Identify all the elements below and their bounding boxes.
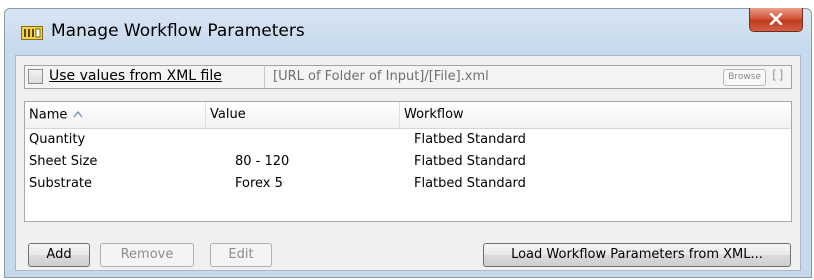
sort-ascending-icon	[73, 102, 83, 128]
manage-workflow-parameters-window: Manage Workflow Parameters Use values fr…	[4, 8, 812, 278]
remove-button[interactable]: Remove	[100, 243, 194, 267]
use-xml-checkbox[interactable]	[28, 69, 43, 84]
parameters-window-icon	[21, 25, 43, 40]
parameters-table: Name Value Workflow Quantity Flatbed Sta…	[24, 101, 792, 222]
close-button[interactable]	[749, 8, 803, 32]
cell-workflow: Flatbed Standard	[414, 176, 526, 191]
column-header-workflow[interactable]: Workflow	[400, 102, 792, 128]
cell-value: 80 - 120	[235, 154, 290, 169]
variable-picker-button[interactable]: []	[771, 68, 785, 82]
cell-name: Quantity	[29, 132, 86, 147]
column-header-workflow-label: Workflow	[404, 107, 464, 122]
table-row[interactable]: Quantity Flatbed Standard	[25, 130, 791, 152]
cell-workflow: Flatbed Standard	[414, 132, 526, 147]
column-header-value[interactable]: Value	[206, 102, 399, 128]
add-button[interactable]: Add	[28, 243, 90, 267]
edit-button[interactable]: Edit	[210, 243, 272, 267]
cell-name: Sheet Size	[29, 154, 98, 169]
column-header-name[interactable]: Name	[25, 102, 205, 128]
cell-value: Forex 5	[235, 176, 283, 191]
table-header: Name Value Workflow	[25, 102, 791, 129]
table-row[interactable]: Substrate Forex 5 Flatbed Standard	[25, 174, 791, 196]
table-row[interactable]: Sheet Size 80 - 120 Flatbed Standard	[25, 152, 791, 174]
title-bar[interactable]: Manage Workflow Parameters	[5, 8, 811, 55]
xml-path-field[interactable]: [URL of Folder of Input]/[File].xml Brow…	[264, 66, 790, 88]
window-title: Manage Workflow Parameters	[51, 21, 305, 41]
column-header-value-label: Value	[210, 107, 246, 122]
column-header-name-label: Name	[29, 107, 68, 123]
use-xml-checkbox-label[interactable]: Use values from XML file	[49, 68, 222, 84]
xml-path-value: [URL of Folder of Input]/[File].xml	[273, 69, 489, 84]
dialog-content: Use values from XML file [URL of Folder …	[15, 55, 801, 271]
close-icon	[769, 10, 783, 29]
cell-name: Substrate	[29, 176, 93, 191]
browse-button[interactable]: Browse	[723, 69, 766, 86]
load-workflow-parameters-button[interactable]: Load Workflow Parameters from XML...	[483, 243, 791, 267]
cell-workflow: Flatbed Standard	[414, 154, 526, 169]
xml-source-row: Use values from XML file [URL of Folder …	[24, 65, 792, 89]
